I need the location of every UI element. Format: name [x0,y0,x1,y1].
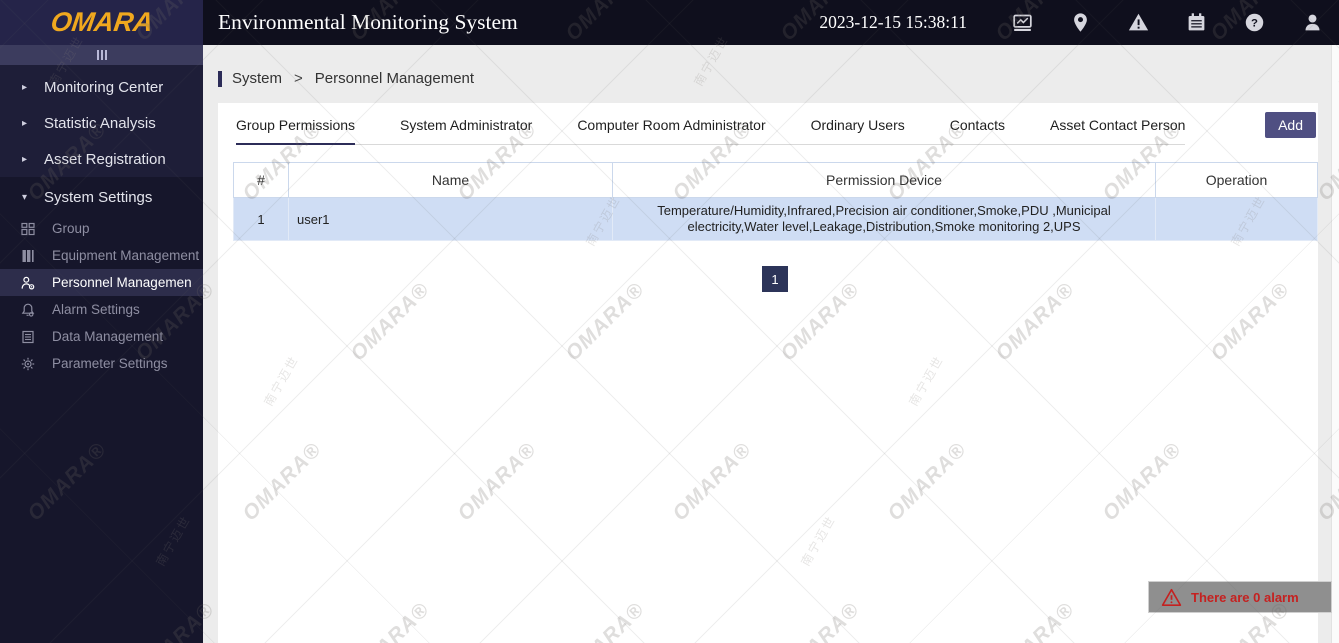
chevron-right-icon: ▸ [22,117,28,129]
warning-triangle-icon [1161,588,1182,606]
cabinet-icon [20,248,36,264]
location-pin-icon[interactable] [1070,12,1091,33]
tab-ordinary-users[interactable]: Ordinary Users [811,117,905,144]
sidebar-item-label: Equipment Management [52,248,200,263]
person-gear-icon [20,275,36,291]
sidebar-item-label: Monitoring Center [44,78,164,96]
sidebar-item-data-management[interactable]: Data Management [0,323,203,350]
breadcrumb-marker [218,70,222,87]
datetime-display: 2023-12-15 15:38:11 [819,12,967,32]
sidebar-item-alarm-settings[interactable]: Alarm Settings [0,296,203,323]
sidebar-item-label: Personnel Managemen [52,275,192,290]
app-root: OMARA Environmental Monitoring System 20… [0,0,1339,643]
chevron-right-icon: ▸ [22,81,28,93]
tab-computer-room-administrator[interactable]: Computer Room Administrator [577,117,765,144]
sidebar-item-group[interactable]: Group [0,215,203,242]
sidebar-item-label: Parameter Settings [52,356,168,371]
sidebar-item-label: Alarm Settings [52,302,140,317]
content-panel: Group Permissions System Administrator C… [218,103,1318,643]
sidebar-item-label: Data Management [52,329,164,344]
sidebar-section-system-settings: ▾ System Settings Group Equipment Manage… [0,177,203,643]
cell-operation [1155,197,1318,241]
permissions-table: # Name Permission Device Operation 1 use… [233,162,1318,241]
column-header-name: Name [288,162,613,198]
tab-bar: Group Permissions System Administrator C… [236,117,1186,145]
chevron-down-icon: ▾ [22,191,28,203]
column-header-operation: Operation [1155,162,1318,198]
sidebar-item-label: System Settings [44,188,153,206]
column-header-index: # [233,162,289,198]
header-actions: 2023-12-15 15:38:11 ? [819,12,1339,33]
sidebar-collapse-button[interactable] [0,45,203,65]
tab-contacts[interactable]: Contacts [950,117,1005,144]
cell-name: user1 [288,197,613,241]
help-icon[interactable]: ? [1244,12,1265,33]
sidebar-item-statistic-analysis[interactable]: ▸ Statistic Analysis [0,105,203,141]
sidebar-item-label: Statistic Analysis [44,114,156,132]
table-header-row: # Name Permission Device Operation [233,162,1318,198]
column-header-permission-device: Permission Device [612,162,1156,198]
sidebar-item-personnel-management[interactable]: Personnel Managemen [0,269,203,296]
pagination: 1 [233,266,1317,292]
sidebar-item-system-settings[interactable]: ▾ System Settings [0,179,203,215]
add-button[interactable]: Add [1265,112,1316,138]
brand-logo-text: OMARA [48,7,155,37]
bell-gear-icon [20,302,36,318]
page-title: Environmental Monitoring System [218,10,518,34]
cell-index: 1 [233,197,289,241]
breadcrumb-root[interactable]: System [232,70,282,87]
sidebar-menu: ▸ Monitoring Center ▸ Statistic Analysis… [0,65,203,177]
cell-permission-device: Temperature/Humidity,Infrared,Precision … [612,197,1156,241]
document-lines-icon [20,329,36,345]
gear-icon [20,356,36,372]
sidebar-item-monitoring-center[interactable]: ▸ Monitoring Center [0,69,203,105]
tab-group-permissions[interactable]: Group Permissions [236,117,356,145]
calendar-icon[interactable] [1186,12,1207,33]
sidebar-item-label: Group [52,221,90,236]
breadcrumb-current: Personnel Management [314,70,475,87]
grid-icon [20,221,36,237]
user-icon[interactable] [1302,12,1323,33]
sidebar-item-label: Asset Registration [44,150,166,168]
chevron-right-icon: ▸ [22,153,28,165]
scrollbar-track[interactable] [1331,45,1339,643]
sidebar: ▸ Monitoring Center ▸ Statistic Analysis… [0,45,203,643]
sidebar-item-asset-registration[interactable]: ▸ Asset Registration [0,141,203,177]
monitor-chart-icon[interactable] [1012,12,1033,33]
svg-text:?: ? [1251,17,1258,29]
table-row[interactable]: 1 user1 Temperature/Humidity,Infrared,Pr… [233,197,1318,241]
alarm-toast-text: There are 0 alarm [1191,589,1299,605]
brand-logo: OMARA [0,0,203,45]
collapse-icon [96,50,99,60]
tab-bar-row: Group Permissions System Administrator C… [218,103,1318,145]
sidebar-item-parameter-settings[interactable]: Parameter Settings [0,350,203,377]
app-header: OMARA Environmental Monitoring System 20… [0,0,1339,45]
sidebar-item-equipment-management[interactable]: Equipment Management [0,242,203,269]
alarm-toast[interactable]: There are 0 alarm [1148,581,1332,613]
tab-system-administrator[interactable]: System Administrator [400,117,532,144]
breadcrumb-separator: > [294,70,303,87]
breadcrumb: System > Personnel Management [218,70,474,87]
alarm-warning-icon[interactable] [1128,12,1149,33]
main-content: System > Personnel Management Group Perm… [203,45,1339,643]
page-button-1[interactable]: 1 [762,266,788,292]
tab-asset-contact-person[interactable]: Asset Contact Person [1050,117,1185,144]
